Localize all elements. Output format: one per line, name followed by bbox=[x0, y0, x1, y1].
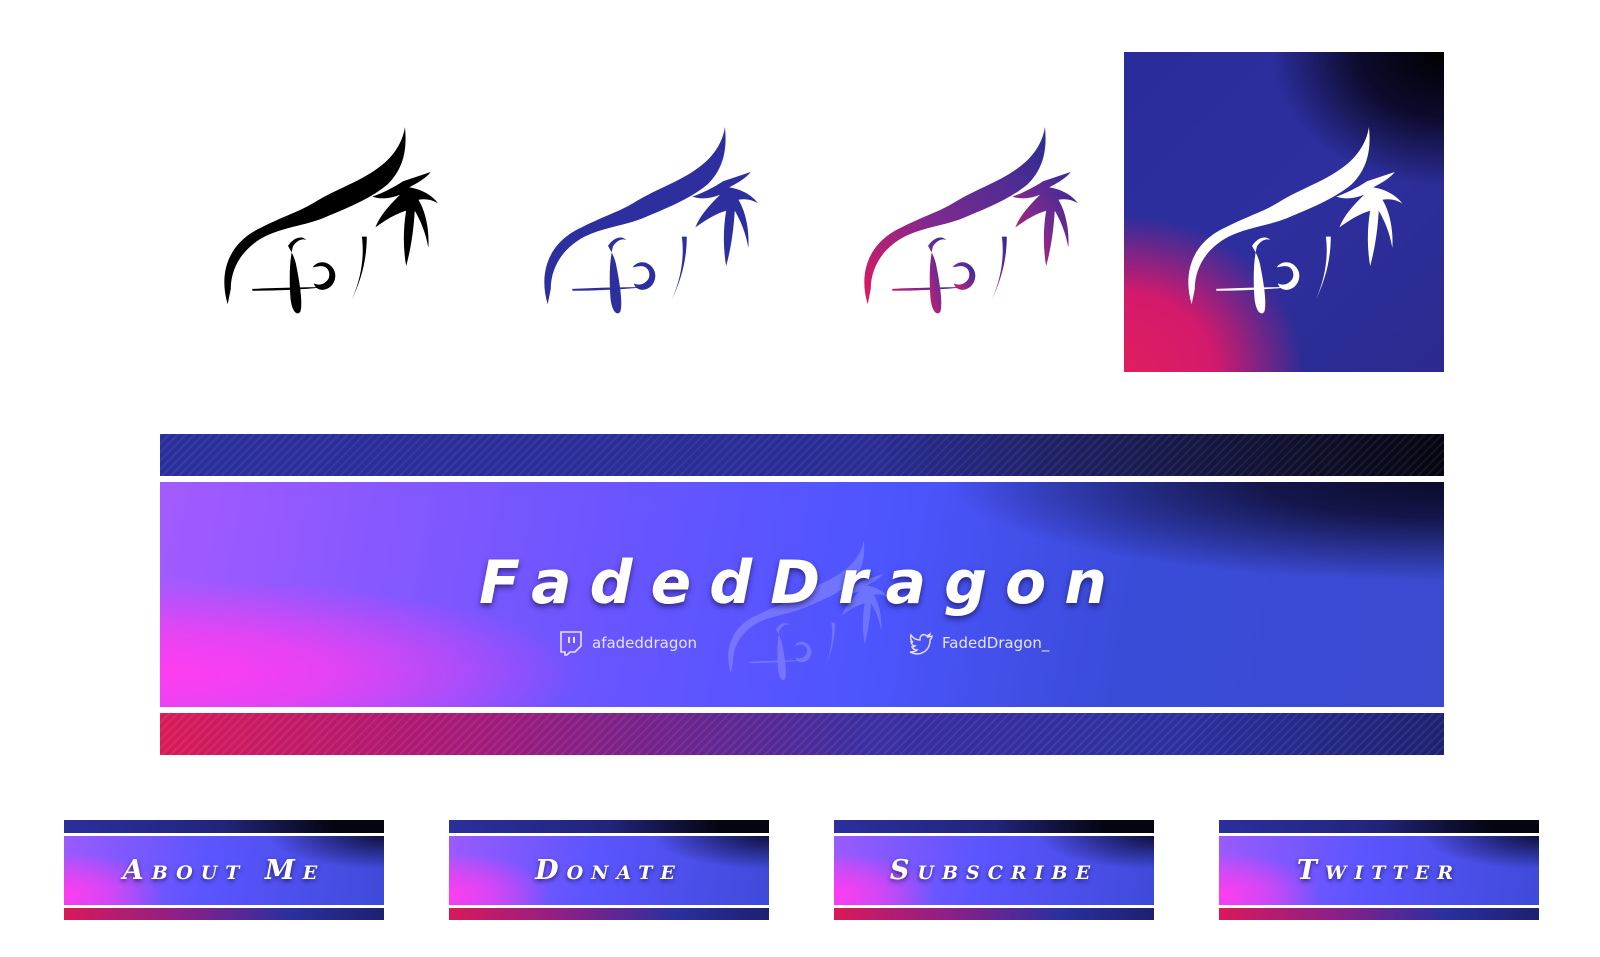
panel-label: About Me bbox=[122, 854, 326, 886]
dragon-logo-icon bbox=[1188, 127, 1403, 314]
panel-about-me[interactable]: About Me bbox=[64, 820, 384, 920]
dragon-logo-icon bbox=[864, 127, 1079, 314]
logo-variant-white-on-gradient bbox=[1124, 52, 1444, 372]
channel-banner: FadedDragon afadeddragon FadedDragon_ bbox=[160, 434, 1444, 755]
banner-title: FadedDragon bbox=[479, 548, 1125, 618]
logo-variant-indigo bbox=[480, 52, 800, 372]
twitter-handle: FadedDragon_ bbox=[942, 634, 1050, 652]
banner-bottom-strip bbox=[160, 713, 1444, 755]
twitch-link[interactable]: afadeddragon bbox=[558, 630, 697, 656]
banner-main-band: FadedDragon afadeddragon FadedDragon_ bbox=[160, 482, 1444, 707]
panel-label: Donate bbox=[535, 854, 683, 886]
panel-subscribe[interactable]: Subscribe bbox=[834, 820, 1154, 920]
panel-label: Twitter bbox=[1296, 854, 1462, 886]
panel-label: Subscribe bbox=[889, 854, 1099, 886]
logo-variant-gradient bbox=[800, 52, 1120, 372]
dragon-logo-icon bbox=[544, 127, 759, 314]
twitch-icon bbox=[560, 631, 582, 656]
twitter-link[interactable]: FadedDragon_ bbox=[908, 630, 1049, 656]
twitch-handle: afadeddragon bbox=[592, 634, 698, 652]
banner-top-strip bbox=[160, 434, 1444, 476]
dragon-logo-icon bbox=[224, 127, 439, 314]
logo-variant-black bbox=[160, 52, 480, 372]
twitter-bird-icon bbox=[909, 632, 933, 655]
panel-twitter[interactable]: Twitter bbox=[1219, 820, 1539, 920]
panel-donate[interactable]: Donate bbox=[449, 820, 769, 920]
